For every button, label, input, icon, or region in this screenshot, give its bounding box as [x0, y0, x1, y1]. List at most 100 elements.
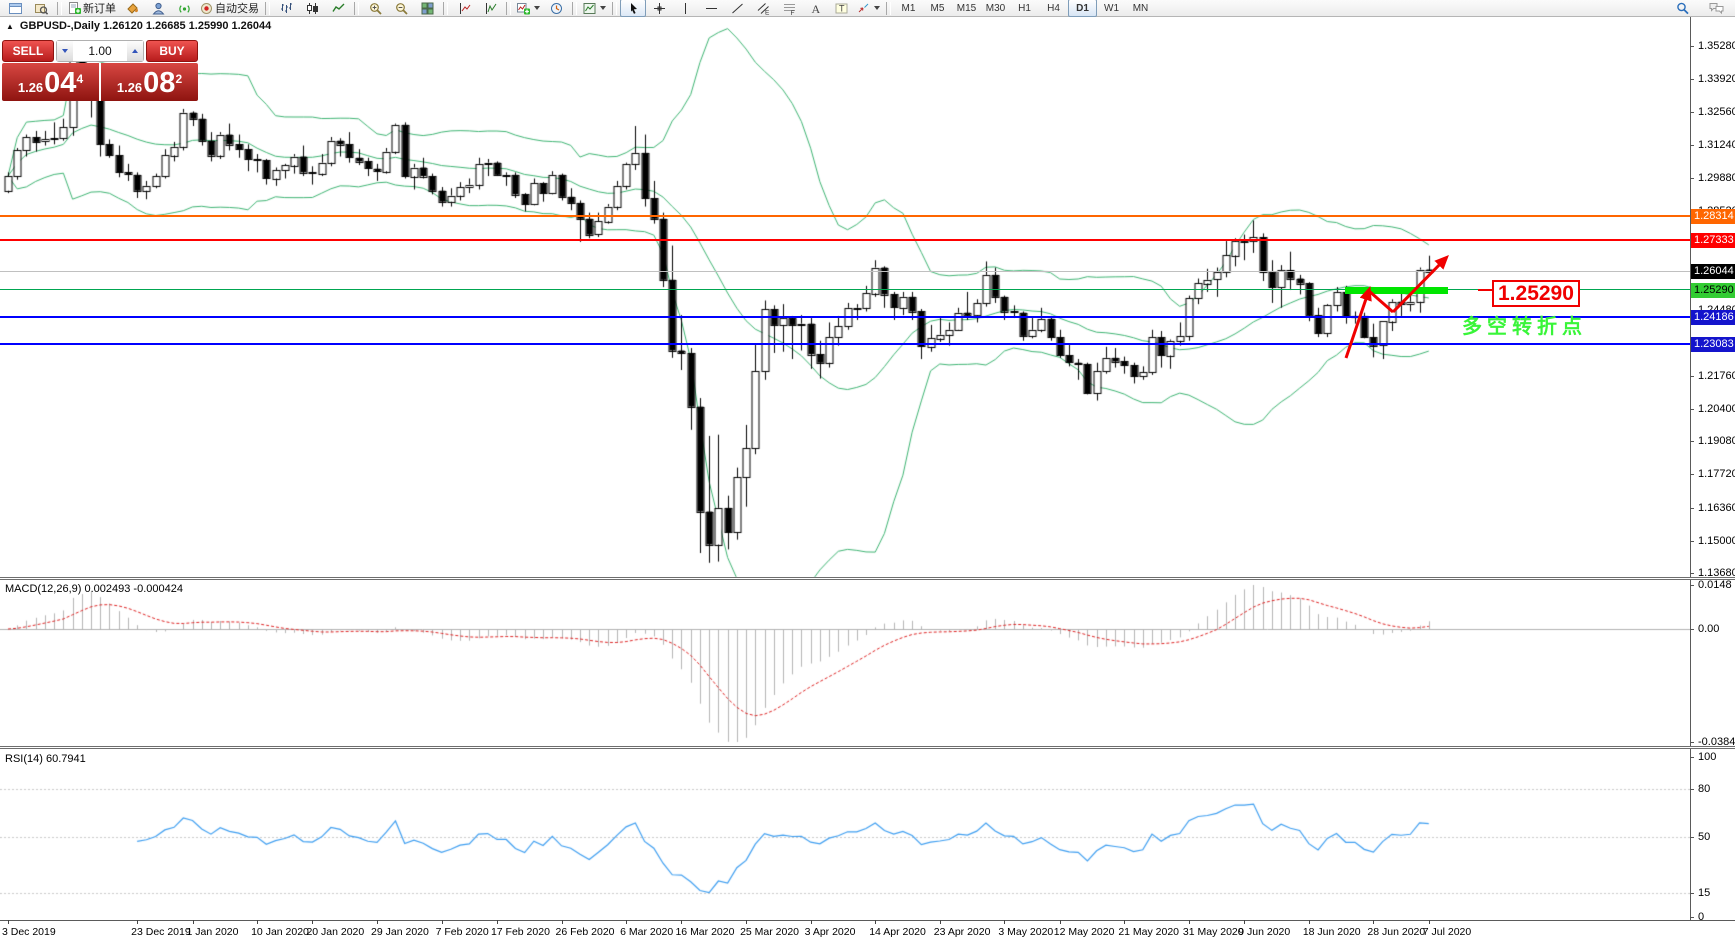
- volume-increase-button[interactable]: [127, 41, 143, 61]
- sell-price-small: 1.26: [18, 80, 43, 95]
- timeframe-button-h1[interactable]: H1: [1010, 0, 1039, 17]
- styles-bucket-icon[interactable]: [119, 0, 145, 17]
- time-axis-tick: [940, 920, 941, 924]
- text-icon[interactable]: A: [802, 0, 828, 17]
- time-axis-label: 12 May 2020: [1054, 926, 1115, 938]
- panel-splitter-macd[interactable]: [0, 577, 1735, 580]
- timeframe-button-w1[interactable]: W1: [1097, 0, 1126, 17]
- chat-icon[interactable]: [1703, 0, 1729, 18]
- text-label-icon[interactable]: T: [828, 0, 854, 17]
- add-indicator-icon[interactable]: [514, 0, 543, 17]
- price-axis-label: 1.35280: [1698, 40, 1735, 52]
- time-axis-label: 26 Feb 2020: [556, 926, 615, 938]
- sell-button[interactable]: SELL: [2, 40, 54, 62]
- buy-price-small: 1.26: [117, 80, 142, 95]
- template-icon[interactable]: [580, 0, 609, 17]
- rsi-axis-tick: [1690, 917, 1694, 918]
- line-chart-icon[interactable]: [325, 0, 351, 17]
- horizontal-level-line[interactable]: [0, 343, 1690, 345]
- buy-button[interactable]: BUY: [146, 40, 198, 62]
- rsi-axis-tick: [1690, 837, 1694, 838]
- time-axis-tick: [137, 920, 138, 924]
- time-axis-tick: [257, 920, 258, 924]
- toolbar-separator: [265, 2, 270, 15]
- level-price-callout[interactable]: 1.25290: [1492, 280, 1580, 307]
- horizontal-level-line[interactable]: [0, 215, 1690, 217]
- timeframe-button-m5[interactable]: M5: [923, 0, 952, 17]
- trendline-icon[interactable]: [724, 0, 750, 17]
- time-axis-tick: [875, 920, 876, 924]
- price-axis-label: 1.21760: [1698, 370, 1735, 382]
- time-axis-tick: [312, 920, 313, 924]
- time-axis-label: 1 Jan 2020: [187, 926, 239, 938]
- new-order-icon[interactable]: 新订单: [65, 0, 119, 17]
- toolbar-separator: [572, 2, 577, 15]
- sell-price-display[interactable]: 1.26 04 4: [2, 63, 99, 101]
- price-axis-tick: [1690, 573, 1694, 574]
- time-axis-label: 29 Jan 2020: [371, 926, 429, 938]
- zoom-out-icon[interactable]: [388, 0, 414, 17]
- tile-windows-icon[interactable]: [414, 0, 440, 17]
- indicator-window-icon[interactable]: [451, 0, 477, 17]
- timeframe-button-m1[interactable]: M1: [894, 0, 923, 17]
- time-axis-tick: [497, 920, 498, 924]
- signals-icon[interactable]: [171, 0, 197, 17]
- time-axis-tick: [1124, 920, 1125, 924]
- toolbar-separator: [886, 2, 891, 15]
- toolbar-separator: [354, 2, 359, 15]
- time-axis-tick: [1004, 920, 1005, 924]
- window-icon[interactable]: [2, 0, 28, 17]
- price-axis-tick: [1690, 541, 1694, 542]
- time-axis-label: 3 May 2020: [998, 926, 1053, 938]
- timeframe-button-d1[interactable]: D1: [1068, 0, 1097, 17]
- timeframe-button-m30[interactable]: M30: [981, 0, 1010, 17]
- timeframe-button-h4[interactable]: H4: [1039, 0, 1068, 17]
- collapse-trade-panel-icon[interactable]: ▲: [6, 22, 14, 31]
- crosshair-icon[interactable]: [646, 0, 672, 17]
- arrows-icon[interactable]: [854, 0, 883, 17]
- time-axis-label: 25 Mar 2020: [740, 926, 799, 938]
- chart-plot-canvas[interactable]: [0, 17, 1690, 920]
- time-axis-tick: [377, 920, 378, 924]
- search-window-icon[interactable]: [28, 0, 54, 17]
- volume-stepper: [56, 40, 144, 62]
- search-icon[interactable]: [1669, 0, 1695, 18]
- support-zone-bar[interactable]: [1345, 287, 1448, 294]
- horizontal-level-line[interactable]: [0, 316, 1690, 318]
- horizontal-level-line[interactable]: [0, 271, 1690, 272]
- time-axis-tick: [442, 920, 443, 924]
- horizontal-level-line[interactable]: [0, 239, 1690, 241]
- cursor-icon[interactable]: [620, 0, 646, 17]
- fibonacci-icon[interactable]: F: [776, 0, 802, 17]
- time-axis-label: 7 Jul 2020: [1423, 926, 1471, 938]
- zoom-in-icon[interactable]: [362, 0, 388, 17]
- rsi-axis-tick: [1690, 757, 1694, 758]
- profile-icon[interactable]: [145, 0, 171, 17]
- panel-splitter-rsi[interactable]: [0, 746, 1735, 749]
- price-axis-label: 1.19080: [1698, 435, 1735, 447]
- candlestick-icon[interactable]: [299, 0, 325, 17]
- clock-icon[interactable]: [543, 0, 569, 17]
- indicator-window2-icon[interactable]: [477, 0, 503, 17]
- rsi-indicator-label: RSI(14) 60.7941: [5, 753, 86, 765]
- timeframe-button-mn[interactable]: MN: [1126, 0, 1155, 17]
- vline-icon[interactable]: [672, 0, 698, 17]
- timeframe-button-m15[interactable]: M15: [952, 0, 981, 17]
- volume-input[interactable]: [73, 41, 127, 61]
- turning-point-annotation[interactable]: 多空转折点: [1462, 310, 1587, 339]
- toolbar-separator: [57, 2, 62, 15]
- sell-price-sup: 4: [76, 72, 83, 86]
- autotrading-icon[interactable]: 自动交易: [197, 0, 262, 17]
- hline-icon[interactable]: [698, 0, 724, 17]
- time-axis-separator: [0, 920, 1735, 921]
- bar-chart-icon[interactable]: [273, 0, 299, 17]
- main-toolbar: 新订单 自动交易 EFAT M1M5M15M30H1H4D1W1MN: [0, 0, 1735, 17]
- time-axis-tick: [1373, 920, 1374, 924]
- volume-decrease-button[interactable]: [57, 41, 73, 61]
- macd-axis-label: 0.00: [1698, 623, 1719, 635]
- channel-icon[interactable]: E: [750, 0, 776, 17]
- chevron-down-icon: [534, 6, 540, 10]
- svg-text:E: E: [765, 9, 770, 15]
- rsi-axis-tick: [1690, 789, 1694, 790]
- buy-price-display[interactable]: 1.26 08 2: [101, 63, 198, 101]
